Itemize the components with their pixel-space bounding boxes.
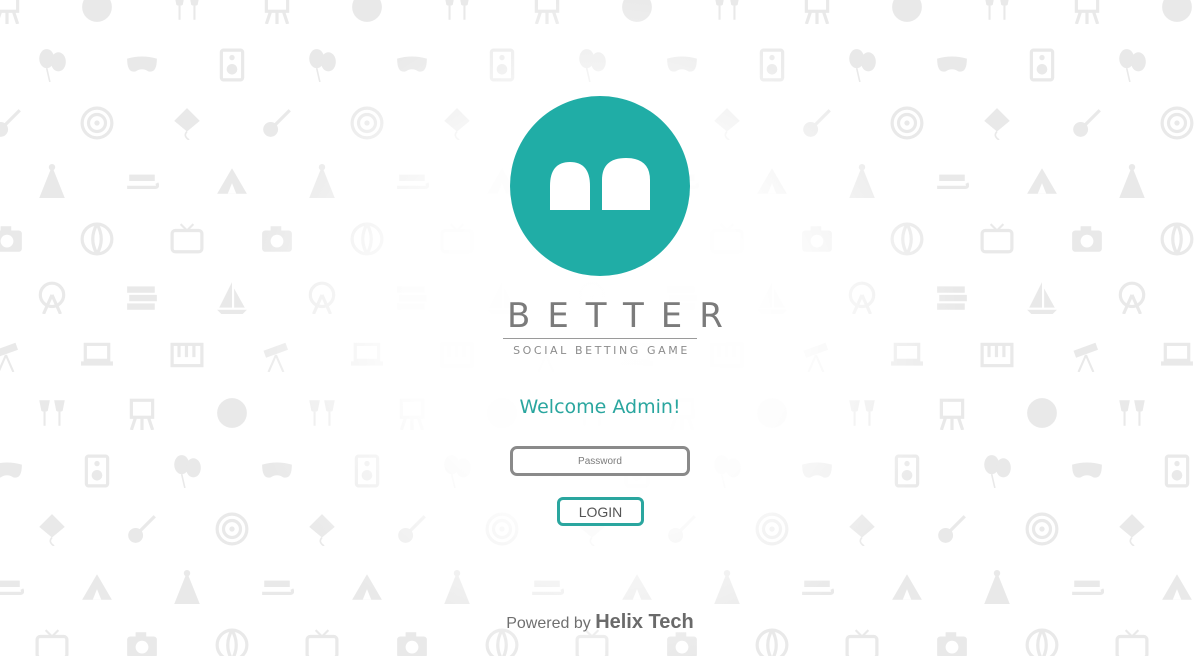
logo-right-arch bbox=[602, 158, 650, 210]
brand-name: BETTER bbox=[507, 296, 740, 336]
footer-prefix: Powered by bbox=[506, 615, 591, 632]
login-panel: BETTER SOCIAL BETTING GAME Welcome Admin… bbox=[0, 0, 1200, 656]
password-field[interactable] bbox=[510, 446, 690, 476]
brand-tagline: SOCIAL BETTING GAME bbox=[513, 344, 690, 357]
better-logo-icon bbox=[510, 96, 690, 276]
login-button[interactable]: LOGIN bbox=[557, 497, 644, 526]
welcome-message: Welcome Admin! bbox=[519, 396, 681, 418]
login-page: BETTER SOCIAL BETTING GAME Welcome Admin… bbox=[0, 0, 1200, 656]
logo-circle bbox=[510, 96, 690, 276]
powered-by-footer: Powered by Helix Tech bbox=[400, 611, 800, 634]
footer-company: Helix Tech bbox=[595, 611, 694, 633]
brand-wordmark: BETTER SOCIAL BETTING GAME bbox=[490, 296, 740, 357]
brand-divider bbox=[503, 338, 697, 339]
logo-left-arch bbox=[550, 162, 590, 210]
